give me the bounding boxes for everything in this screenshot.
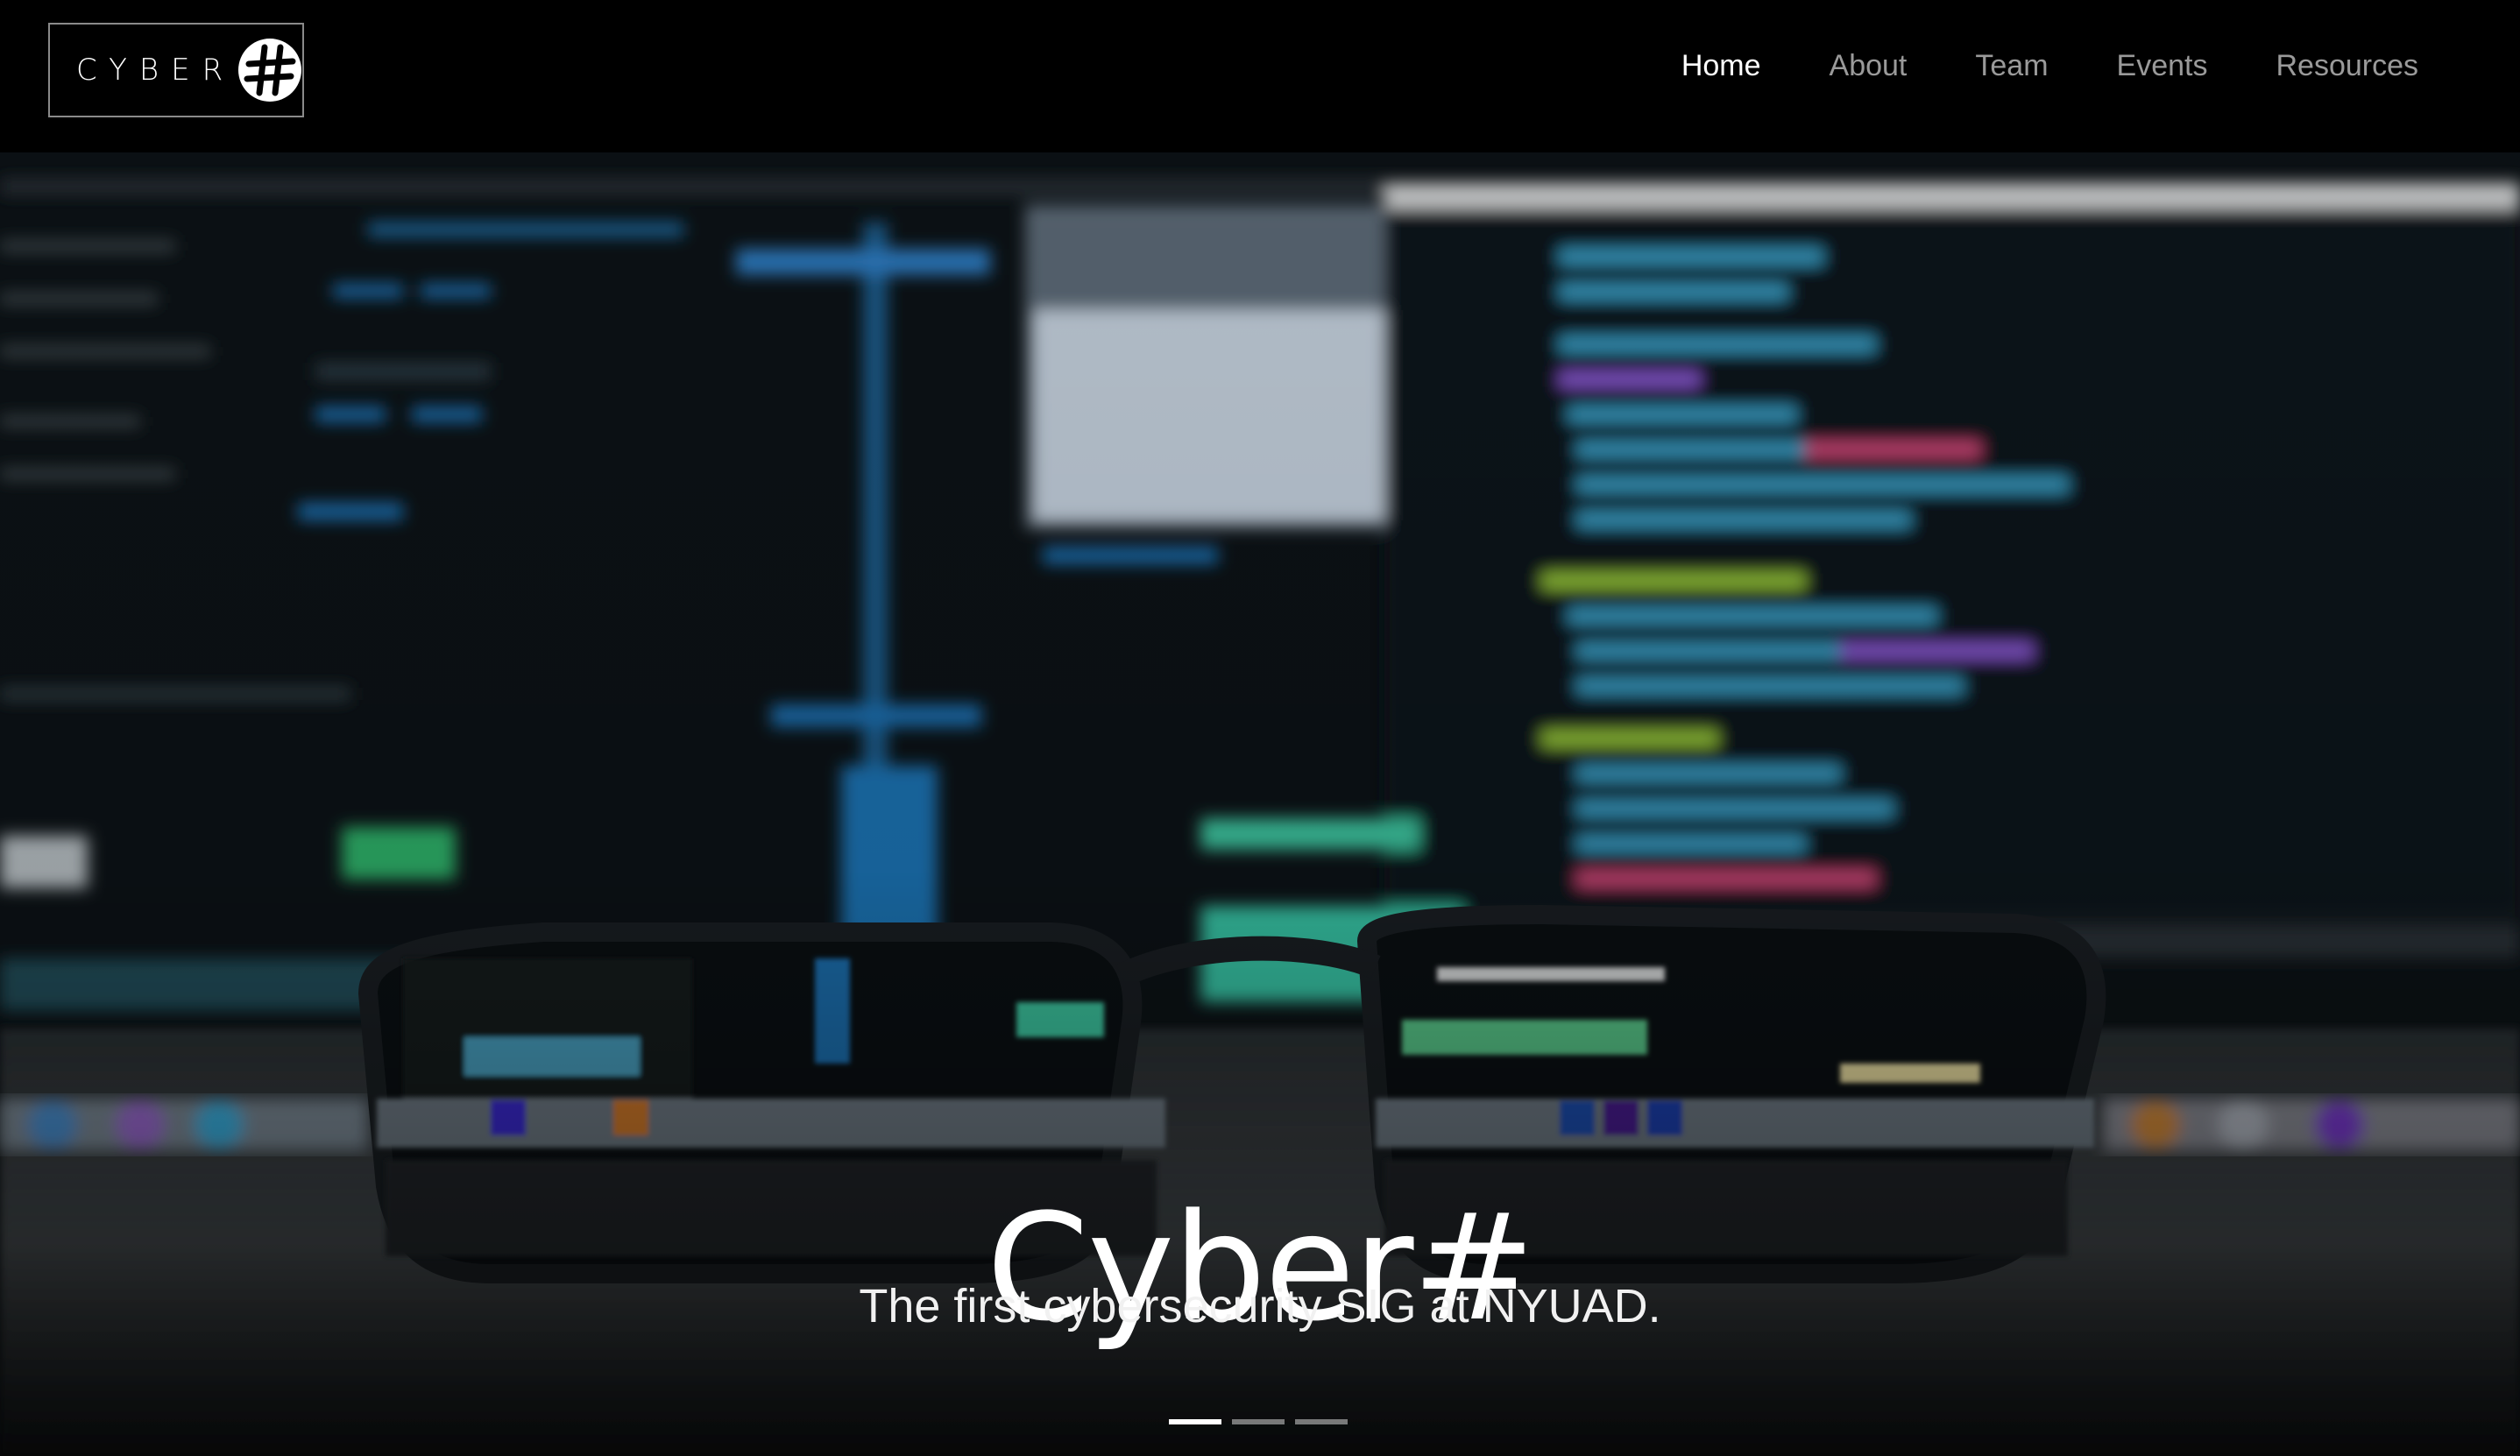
hero-carousel: Cyber# The first cybersecurity SIG at NY…: [0, 152, 2520, 1456]
carousel-indicator-3[interactable]: [1295, 1419, 1348, 1424]
hash-logo-icon: [238, 39, 302, 102]
carousel-indicators: [1169, 1419, 1348, 1424]
nav-team-link[interactable]: Team: [1975, 49, 2048, 83]
nav-home-link[interactable]: Home: [1681, 49, 1761, 83]
nav-events-link[interactable]: Events: [2117, 49, 2208, 83]
logo-text: CYBER: [76, 53, 236, 88]
carousel-indicator-1[interactable]: [1169, 1419, 1221, 1424]
nav-resources-link[interactable]: Resources: [2276, 49, 2418, 83]
navbar: CYBER Home About Team Events Resources: [0, 0, 2520, 152]
main-nav: Home About Team Events Resources: [1681, 49, 2418, 83]
carousel-indicator-2[interactable]: [1232, 1419, 1285, 1424]
nav-about-link[interactable]: About: [1830, 49, 1908, 83]
hero-subtitle: The first cybersecurity SIG at NYUAD.: [859, 1280, 1661, 1332]
site-logo[interactable]: CYBER: [48, 23, 304, 117]
